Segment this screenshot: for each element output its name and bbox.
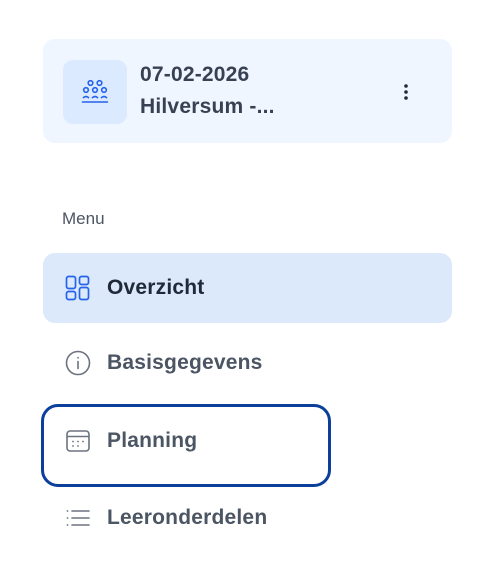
context-date: 07-02-2026: [140, 63, 250, 86]
nav-item-overzicht[interactable]: Overzicht: [43, 253, 452, 323]
sidebar: 07-02-2026 Hilversum -... Menu Overzicht: [0, 0, 482, 582]
context-card[interactable]: 07-02-2026 Hilversum -...: [43, 39, 452, 143]
list-icon: [65, 505, 91, 531]
context-location: Hilversum -...: [140, 95, 275, 118]
nav-label-leeronderdelen: Leeronderdelen: [107, 506, 268, 529]
info-icon: [65, 350, 91, 376]
nav-label-basisgegevens: Basisgegevens: [107, 351, 263, 374]
calendar-icon: [65, 428, 91, 454]
more-vertical-icon[interactable]: [391, 77, 421, 107]
group-icon: [63, 60, 127, 124]
nav-label-overzicht: Overzicht: [107, 276, 205, 299]
nav-item-basisgegevens[interactable]: Basisgegevens: [43, 328, 452, 398]
layout-icon: [65, 275, 91, 301]
nav-label-planning: Planning: [107, 429, 198, 452]
menu-section-label: Menu: [62, 209, 105, 228]
nav-item-planning[interactable]: Planning: [43, 406, 452, 476]
nav-item-leeronderdelen[interactable]: Leeronderdelen: [43, 483, 452, 553]
